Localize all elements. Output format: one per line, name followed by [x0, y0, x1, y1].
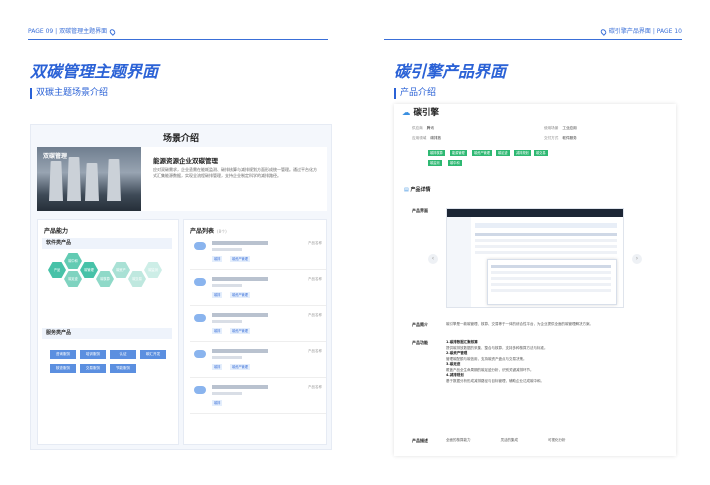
doc-icon: ▤ — [404, 187, 409, 193]
next-arrow-icon[interactable]: › — [632, 254, 642, 264]
scene-panel: 场景介绍 双碳管理 能源资源企业双碳管理 应对双碳需求，企业亟需在能耗监测、碳排… — [30, 124, 332, 450]
cloud-icon — [194, 386, 206, 394]
software-group: 软件类产品 — [42, 238, 172, 249]
scene-heading: 能源资源企业双碳管理 — [153, 157, 218, 165]
service-group: 服务类产品 — [42, 328, 172, 339]
row-label: 产品界面 — [412, 208, 428, 213]
field: 供应商 腾讯 — [412, 126, 434, 130]
left-section: 双碳主题场景介绍 — [30, 88, 108, 99]
field: 使用场景 工业应用 — [544, 126, 577, 130]
list-item[interactable]: 产品名称 碳排 碳资产管理 — [190, 272, 326, 306]
hex-item[interactable]: 产品 — [48, 262, 66, 278]
detail-title: ▤ 产品详情 — [404, 187, 431, 193]
row-label: 产品简介 — [412, 322, 428, 327]
hex-item[interactable]: 碳资产 — [112, 262, 130, 278]
capability-title: 产品能力 — [44, 228, 69, 235]
list-title: 产品列表 (8个) — [190, 228, 227, 235]
intro-text: 碳引擎是一款碳管理、核算、交易等于一体的综合性平台，为企业提供全面的碳管理解决方… — [446, 322, 593, 326]
left-heading: 双碳管理主题界面 — [30, 62, 159, 81]
product-tag[interactable]: 碳足迹 — [496, 150, 510, 156]
right-section: 产品介绍 — [394, 88, 436, 99]
service-button[interactable]: 认证 — [110, 350, 136, 359]
ui-screenshot — [446, 208, 624, 308]
service-button[interactable]: 节能服务 — [110, 364, 136, 373]
product-tag[interactable]: 碳资产管理 — [472, 150, 492, 156]
product-tag[interactable]: 碳交易 — [534, 150, 548, 156]
service-button[interactable]: 核查服务 — [50, 364, 76, 373]
hex-item[interactable]: 碳监测 — [144, 262, 162, 278]
right-heading: 碳引擎产品界面 — [394, 62, 507, 81]
product-tag[interactable]: 能源管理 — [450, 150, 467, 156]
image-label: 双碳管理 — [43, 153, 68, 160]
scene-text: 应对双碳需求，企业亟需在能耗监测、碳排核算与减排规划方面形成统一管理。通过平台化… — [153, 167, 317, 178]
service-button[interactable]: 碳汇开发 — [140, 350, 166, 359]
cloud-icon — [194, 350, 206, 358]
field: 应用领域 碳排放 — [412, 136, 442, 140]
hex-item[interactable]: 碳核算 — [96, 271, 114, 287]
right-page-label: 碳引擎产品界面 | PAGE 10 — [598, 26, 682, 36]
prev-arrow-icon[interactable]: ‹ — [428, 254, 438, 264]
product-tag[interactable]: 碳中和 — [448, 160, 462, 166]
list-item[interactable]: 产品名称 碳排 — [190, 380, 326, 414]
list-item[interactable]: 产品名称 碳排 碳资产管理 — [190, 308, 326, 342]
location-icon — [108, 27, 117, 36]
power-plant-image: 双碳管理 — [37, 147, 141, 211]
hex-item[interactable]: 碳交易 — [128, 271, 146, 287]
field: 交付方式 软件服务 — [544, 136, 577, 140]
product-tag[interactable]: 减排规划 — [514, 150, 531, 156]
header-bar: PAGE 09 | 双碳管理主题界面 碳引擎产品界面 | PAGE 10 — [0, 26, 710, 40]
list-item[interactable]: 产品名称 碳排 碳资产管理 — [190, 344, 326, 378]
list-item[interactable]: 产品名称 碳排 碳资产管理 — [190, 236, 326, 270]
product-tag[interactable]: 碳排核算 — [428, 150, 445, 156]
right-rule — [384, 39, 682, 40]
capability-box: 产品能力 软件类产品 产品 碳足迹 碳管理 碳核算 碳资产 碳交易 碳监测 碳中… — [37, 219, 179, 445]
cloud-icon — [194, 314, 206, 322]
cloud-icon — [194, 278, 206, 286]
left-page-label: PAGE 09 | 双碳管理主题界面 — [28, 26, 118, 36]
product-list-box: 产品列表 (8个) 产品名称 碳排 碳资产管理 产品名称 碳排 碳资产管理 产品名称 碳排碳… — [183, 219, 327, 445]
cloud-icon: ☁ — [402, 108, 411, 118]
hex-item[interactable]: 碳中和 — [64, 253, 82, 269]
product-panel: ☁ 碳引擎 供应商 腾讯 使用场景 工业应用 应用领域 碳排放 交付方式 软件服务 碳排… — [394, 104, 676, 456]
scene-title: 场景介绍 — [162, 134, 199, 144]
product-tag[interactable]: 碳监测 — [428, 160, 442, 166]
hex-item[interactable]: 碳管理 — [80, 262, 98, 278]
row-label: 产品描述 — [412, 438, 428, 443]
product-name: ☁ 碳引擎 — [402, 108, 439, 118]
row-label: 产品功能 — [412, 340, 428, 345]
cloud-icon — [194, 242, 206, 250]
service-button[interactable]: 咨询服务 — [50, 350, 76, 359]
service-button[interactable]: 培训服务 — [80, 350, 106, 359]
spec-columns: 全面的核算能力 灵活的集成 可视化分析 — [446, 438, 566, 442]
hex-item[interactable]: 碳足迹 — [64, 271, 82, 287]
function-text: 1.碳排数据汇聚核算 提供碳排放数据的采集、整合与核算，支持多种核算方法与标准。 … — [446, 340, 548, 383]
scene-card: 双碳管理 能源资源企业双碳管理 应对双碳需求，企业亟需在能耗监测、碳排核算与减排… — [37, 147, 327, 211]
service-button[interactable]: 交易服务 — [80, 364, 106, 373]
location-icon — [599, 27, 608, 36]
left-rule — [28, 39, 328, 40]
